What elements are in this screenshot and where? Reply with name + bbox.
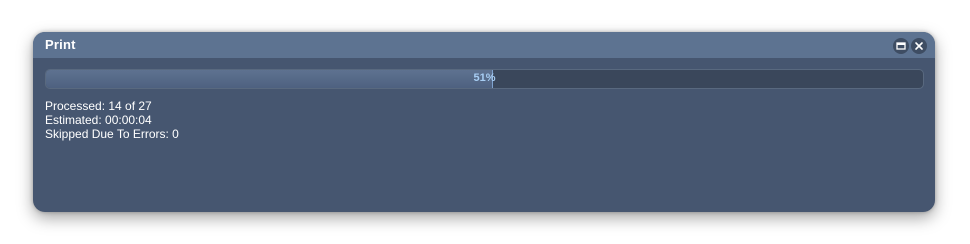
estimated-time: Estimated: 00:00:04: [45, 113, 152, 127]
progress-percent-label: 51%: [473, 72, 496, 84]
processed-count: Processed: 14 of 27: [45, 99, 152, 113]
close-icon: [915, 42, 923, 50]
close-button[interactable]: [911, 38, 927, 54]
dialog-titlebar[interactable]: Print: [33, 32, 935, 58]
print-dialog: Print 51% Processed: 14 of 27 Estimated:…: [33, 32, 935, 212]
progress-bar: 51%: [45, 69, 924, 89]
dialog-title: Print: [45, 37, 76, 52]
progress-stats: Processed: 14 of 27 Estimated: 00:00:04 …: [45, 99, 179, 141]
skipped-errors-count: Skipped Due To Errors: 0: [45, 127, 179, 141]
maximize-button[interactable]: [893, 38, 909, 54]
maximize-icon: [896, 42, 906, 50]
